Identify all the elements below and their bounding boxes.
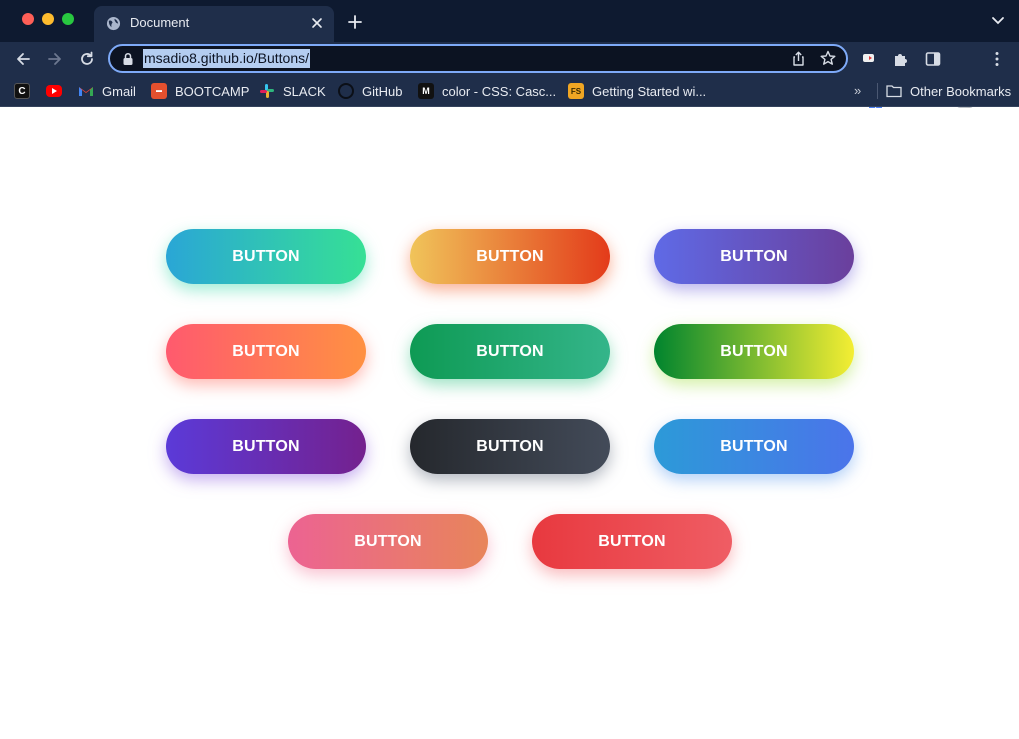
- globe-icon: [106, 16, 121, 31]
- extension-icon[interactable]: [862, 50, 880, 68]
- browser-tab[interactable]: Document: [94, 6, 334, 42]
- youtube-icon: [46, 85, 62, 97]
- close-tab-icon[interactable]: [308, 14, 326, 32]
- other-bookmarks[interactable]: Other Bookmarks: [886, 82, 1011, 100]
- gradient-button-rose-peach[interactable]: BUTTON: [288, 514, 488, 569]
- bookmark-star-icon[interactable]: [820, 50, 836, 66]
- mdn-icon: M: [418, 83, 434, 99]
- minimize-window-icon[interactable]: [42, 13, 54, 25]
- bookmark-getting-started[interactable]: FS Getting Started wi...: [568, 82, 706, 100]
- gradient-button-violet[interactable]: BUTTON: [166, 419, 366, 474]
- bookmark-label: SLACK: [283, 83, 326, 99]
- folder-icon: [886, 83, 902, 99]
- gradient-button-green[interactable]: BUTTON: [410, 324, 610, 379]
- browser-titlebar: Document: [0, 0, 1019, 42]
- forward-arrow-icon[interactable]: [46, 50, 64, 68]
- gradient-button-teal-green[interactable]: BUTTON: [166, 229, 366, 284]
- slack-icon: [259, 83, 275, 99]
- gmail-icon: [78, 83, 94, 99]
- bootcamp-icon: ▬: [151, 83, 167, 99]
- back-arrow-icon[interactable]: [14, 50, 32, 68]
- chevron-down-icon[interactable]: [991, 16, 1005, 26]
- close-window-icon[interactable]: [22, 13, 34, 25]
- bookmark-c[interactable]: C: [14, 82, 38, 100]
- c-logo-icon: C: [14, 83, 30, 99]
- gradient-button-pink-orange[interactable]: BUTTON: [166, 324, 366, 379]
- more-menu-icon[interactable]: [988, 50, 1006, 68]
- reload-icon[interactable]: [78, 50, 96, 68]
- github-icon: [338, 83, 354, 99]
- other-bookmarks-label: Other Bookmarks: [910, 83, 1012, 99]
- page-viewport: BUTTON BUTTON BUTTON BUTTON BUTTON BUTTO…: [0, 108, 1019, 739]
- bookmark-github[interactable]: GitHub: [338, 82, 402, 100]
- address-bar[interactable]: msadio8.github.io/Buttons/: [108, 44, 848, 73]
- gradient-button-indigo-purple[interactable]: BUTTON: [654, 229, 854, 284]
- new-tab-icon[interactable]: [346, 13, 364, 31]
- bookmark-label: Gmail: [102, 83, 136, 99]
- side-panel-icon[interactable]: [924, 50, 942, 68]
- fs-icon: FS: [568, 83, 584, 99]
- bookmarks-overflow-button[interactable]: »: [854, 83, 861, 98]
- bookmarks-bar: C Gmail ▬ BOOTCAMP SLACK GitHub M color …: [0, 75, 1019, 107]
- bookmark-slack[interactable]: SLACK: [259, 82, 326, 100]
- url-text[interactable]: msadio8.github.io/Buttons/: [143, 49, 310, 68]
- bookmark-gmail[interactable]: Gmail: [78, 82, 136, 100]
- bookmark-mdn[interactable]: M color - CSS: Casc...: [418, 82, 556, 100]
- browser-toolbar: msadio8.github.io/Buttons/ 1: [0, 42, 1019, 114]
- bookmark-label: Getting Started wi...: [592, 83, 707, 99]
- gradient-button-blue[interactable]: BUTTON: [654, 419, 854, 474]
- bookmark-label: GitHub: [362, 83, 403, 99]
- share-icon[interactable]: [791, 51, 806, 66]
- gradient-button-green-yellow[interactable]: BUTTON: [654, 324, 854, 379]
- puzzle-icon[interactable]: [892, 50, 910, 68]
- gradient-button-red[interactable]: BUTTON: [532, 514, 732, 569]
- bookmark-youtube[interactable]: [46, 82, 70, 100]
- bookmark-bootcamp[interactable]: ▬ BOOTCAMP: [151, 82, 249, 100]
- bookmark-label: BOOTCAMP: [175, 83, 250, 99]
- gradient-button-yellow-red[interactable]: BUTTON: [410, 229, 610, 284]
- tab-title: Document: [130, 15, 190, 30]
- bookmarks-divider: [877, 83, 878, 99]
- maximize-window-icon[interactable]: [62, 13, 74, 25]
- gradient-button-dark[interactable]: BUTTON: [410, 419, 610, 474]
- lock-icon[interactable]: [122, 52, 134, 66]
- bookmark-label: color - CSS: Casc...: [442, 83, 557, 99]
